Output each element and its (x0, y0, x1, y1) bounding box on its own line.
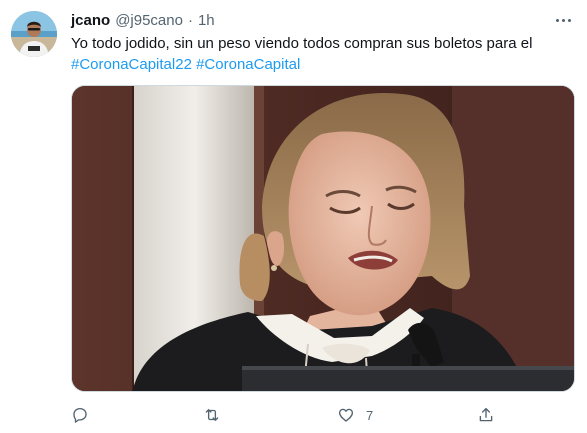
more-options-icon[interactable] (553, 12, 573, 28)
display-name[interactable]: jcano (71, 12, 110, 29)
tweet-header: jcano @j95cano · 1h (71, 10, 215, 30)
user-handle[interactable]: @j95cano (115, 12, 183, 29)
reply-button[interactable] (71, 404, 89, 426)
tweet-media-image[interactable] (71, 85, 575, 392)
avatar[interactable] (11, 11, 57, 57)
like-button[interactable]: 7 (337, 404, 373, 426)
tweet-actions: 7 (71, 404, 575, 426)
retweet-button[interactable] (203, 404, 221, 426)
separator-dot: · (187, 11, 193, 29)
tweet-card[interactable]: jcano @j95cano · 1h Yo todo jodido, sin … (0, 0, 587, 433)
share-icon (479, 407, 493, 422)
timestamp[interactable]: 1h (198, 12, 215, 29)
tweet-text: Yo todo jodido, sin un peso viendo todos… (71, 33, 571, 75)
retweet-icon (205, 409, 219, 421)
hashtag-coronacapital22[interactable]: #CoronaCapital22 (71, 56, 192, 73)
like-count: 7 (366, 407, 374, 423)
reply-icon (73, 407, 87, 423)
hashtag-coronacapital[interactable]: #CoronaCapital (196, 56, 300, 73)
share-button[interactable] (477, 404, 495, 426)
tweet-body: Yo todo jodido, sin un peso viendo todos… (71, 35, 533, 52)
heart-icon (338, 408, 354, 422)
